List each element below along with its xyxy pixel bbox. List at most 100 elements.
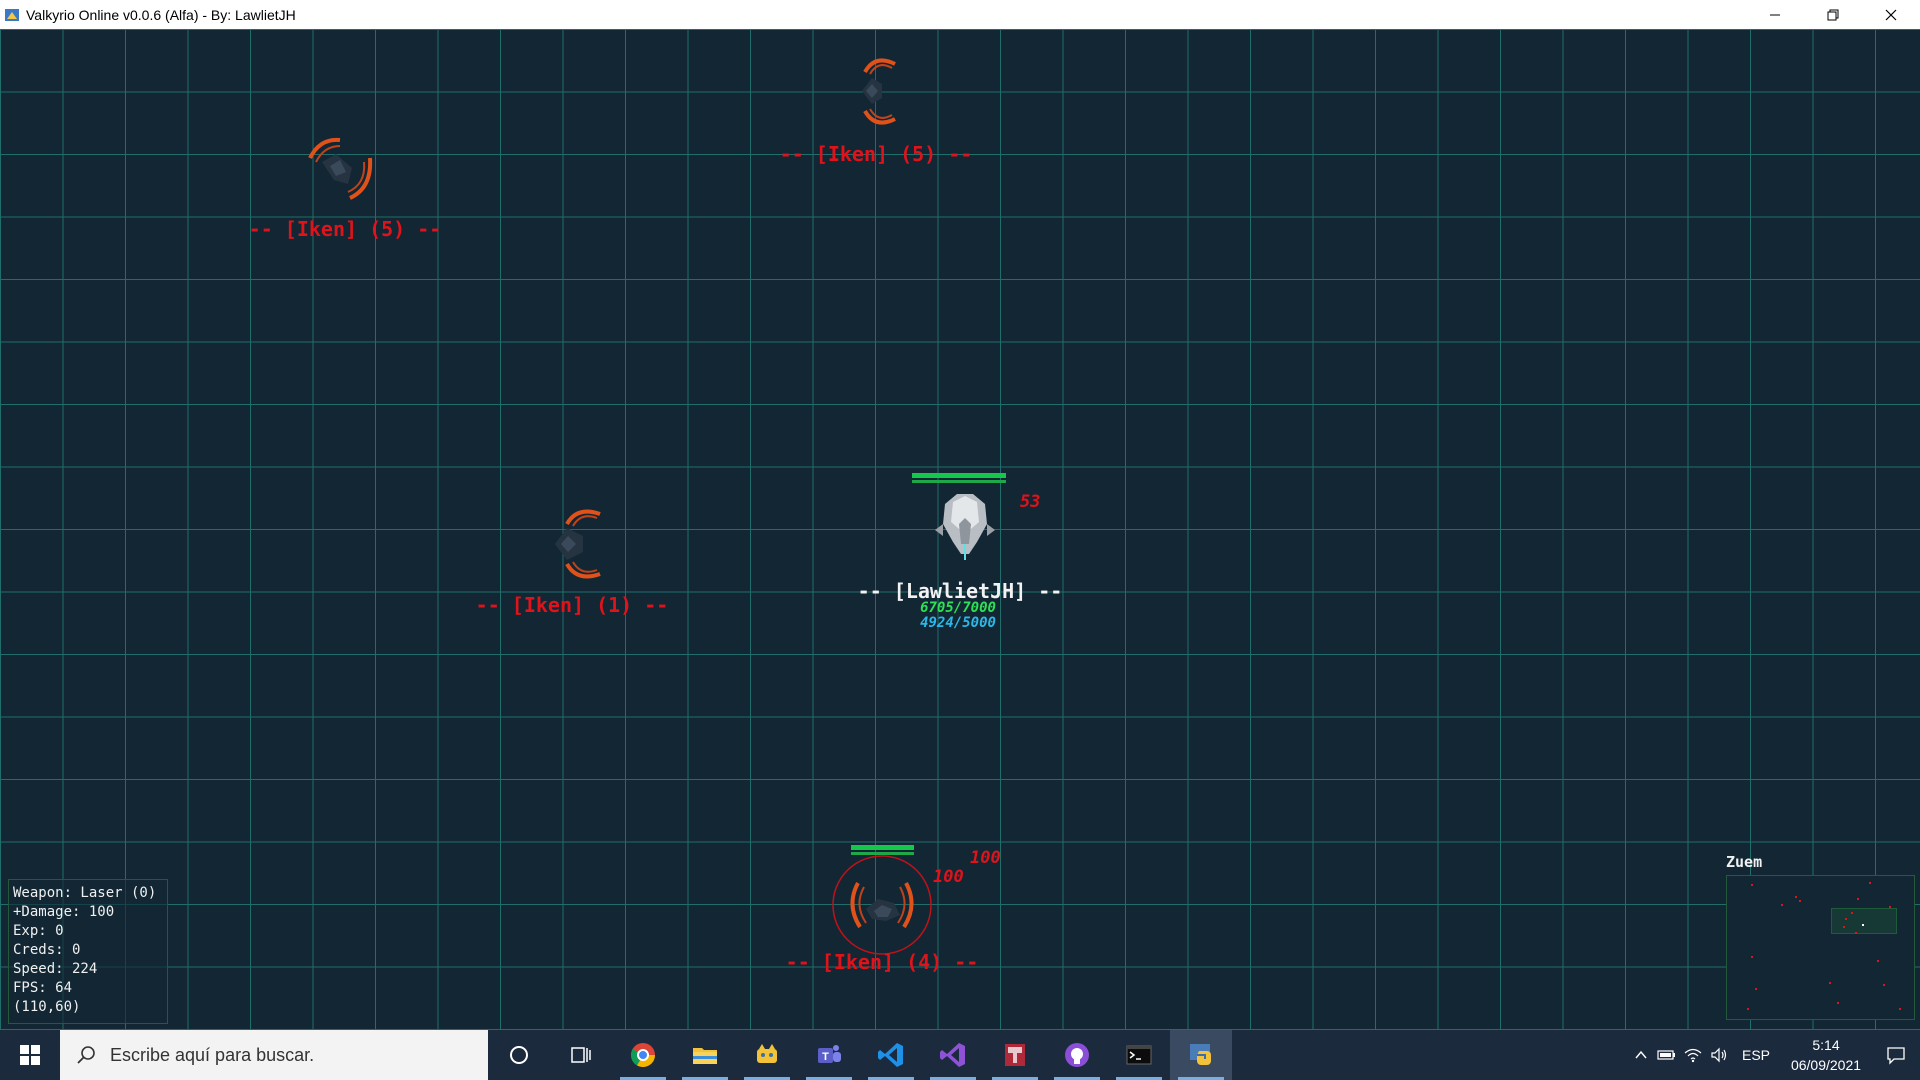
minimap[interactable] [1726,875,1915,1020]
taskbar-app-terminal[interactable] [1108,1030,1170,1080]
cortana-icon [510,1046,528,1064]
minimap-enemy-dot [1843,926,1845,928]
exp-stat: Exp: 0 [13,923,64,939]
restore-button[interactable] [1804,0,1862,29]
damage-number: 100 [970,848,1001,868]
window-titlebar: Valkyrio Online v0.0.6 (Alfa) - By: Lawl… [0,0,1920,29]
minimap-enemy-dot [1799,900,1801,902]
python-icon [1190,1044,1211,1065]
player-hp-value: 6705/7000 [920,600,996,616]
damage-number: 100 [933,867,964,887]
teams-icon: T [818,1045,841,1063]
minimize-button[interactable] [1746,0,1804,29]
damage-stat: +Damage: 100 [13,904,115,920]
taskbar-app-file-explorer[interactable] [674,1030,736,1080]
minimap-enemy-dot [1751,884,1753,886]
taskbar-app-vscode[interactable] [860,1030,922,1080]
taskbar-app-python-idle[interactable] [736,1030,798,1080]
fps-stat: FPS: 64 [13,980,73,996]
battery-icon [1657,1050,1675,1060]
minimap-enemy-dot [1851,912,1853,914]
show-hidden-icons-button[interactable] [1628,1030,1654,1080]
enemy-label: -- [Iken] (4) -- [785,950,979,974]
taskbar-app-archive[interactable] [984,1030,1046,1080]
minimize-icon [1770,14,1780,15]
minimap-enemy-dot [1837,1002,1839,1004]
weapon-stat: Weapon: Laser (0) [13,885,157,901]
archive-icon [1005,1044,1025,1066]
speaker-icon [1711,1047,1727,1063]
visual-studio-icon [940,1043,965,1067]
wifi-icon [1684,1048,1702,1063]
battery-button[interactable] [1654,1030,1680,1080]
enemy-label: -- [Iken] (5) -- [248,217,442,241]
taskbar-app-python-game[interactable] [1170,1030,1232,1080]
minimap-enemy-dot [1877,960,1879,962]
github-icon [1065,1043,1089,1067]
svg-text:T: T [822,1051,829,1063]
taskbar-app-visual-studio[interactable] [922,1030,984,1080]
minimap-enemy-dot [1747,1008,1749,1010]
vscode-icon [878,1043,903,1067]
taskbar-app-chrome[interactable] [612,1030,674,1080]
task-view-button[interactable] [550,1030,612,1080]
minimap-enemy-dot [1883,984,1885,986]
minimap-enemy-dot [1755,988,1757,990]
clock-time: 5:14 [1812,1037,1840,1053]
chevron-up-icon [1635,1050,1647,1059]
terminal-icon [1126,1045,1152,1065]
enemy-ship-iken[interactable] [840,54,910,129]
minimap-enemy-dot [1869,882,1871,884]
clock-date: 06/09/2021 [1790,1057,1862,1073]
stats-panel: Weapon: Laser (0) +Damage: 100 Exp: 0 Cr… [8,879,168,1024]
restore-icon [1827,9,1839,20]
enemy-label: -- [Iken] (1) -- [475,593,669,617]
taskbar: Escribe aquí para buscar. T ESP 5:14 06/… [0,1030,1920,1080]
minimap-player-dot [1862,924,1864,926]
network-button[interactable] [1680,1030,1706,1080]
enemy-ship-iken[interactable] [300,128,380,208]
minimap-enemy-dot [1889,906,1891,908]
minimap-enemy-dot [1855,932,1857,934]
minimap-enemy-dot [1829,982,1831,984]
search-icon [77,1046,95,1064]
enemy-label: -- [Iken] (5) -- [779,142,973,166]
window-title: Valkyrio Online v0.0.6 (Alfa) - By: Lawl… [26,6,296,23]
player-ship[interactable] [925,484,1005,564]
input-language[interactable]: ESP [1742,1047,1770,1063]
minimap-enemy-dot [1781,904,1783,906]
player-shield-bar [912,480,1006,483]
minimap-enemy-dot [1751,956,1753,958]
action-center-button[interactable] [1872,1030,1920,1080]
enemy-health-bar [851,845,914,850]
volume-button[interactable] [1706,1030,1732,1080]
taskbar-app-github-desktop[interactable] [1046,1030,1108,1080]
minimap-viewport [1831,908,1897,934]
speed-stat: Speed: 224 [13,961,98,977]
start-button[interactable] [0,1030,60,1080]
taskbar-app-teams[interactable]: T [798,1030,860,1080]
system-tray: ESP 5:14 06/09/2021 [1628,1030,1920,1080]
player-shield-value: 4924/5000 [920,615,996,631]
app-icon [5,8,19,21]
search-box[interactable]: Escribe aquí para buscar. [60,1030,488,1080]
enemy-ship-iken[interactable] [535,504,610,584]
enemy-ship-iken-targeted[interactable] [830,853,934,957]
notification-icon [1887,1047,1905,1065]
minimap-enemy-dot [1857,898,1859,900]
damage-number: 53 [1020,492,1041,512]
clock[interactable]: 5:14 06/09/2021 [1780,1035,1872,1075]
folder-icon [693,1048,717,1064]
cortana-button[interactable] [488,1030,550,1080]
minimap-enemy-dot [1795,896,1797,898]
windows-icon [20,1045,40,1065]
game-canvas[interactable]: -- [Iken] (5) -- -- [Iken] (5) -- -- [Ik… [0,29,1920,1030]
python-idle-icon [757,1044,777,1063]
position-stat: (110,60) [13,999,81,1015]
search-placeholder: Escribe aquí para buscar. [110,1044,315,1065]
creds-stat: Creds: 0 [13,942,81,958]
minimap-enemy-dot [1899,1008,1901,1010]
close-button[interactable] [1862,0,1920,29]
player-health-bar [912,473,1006,478]
close-icon [1885,9,1897,20]
